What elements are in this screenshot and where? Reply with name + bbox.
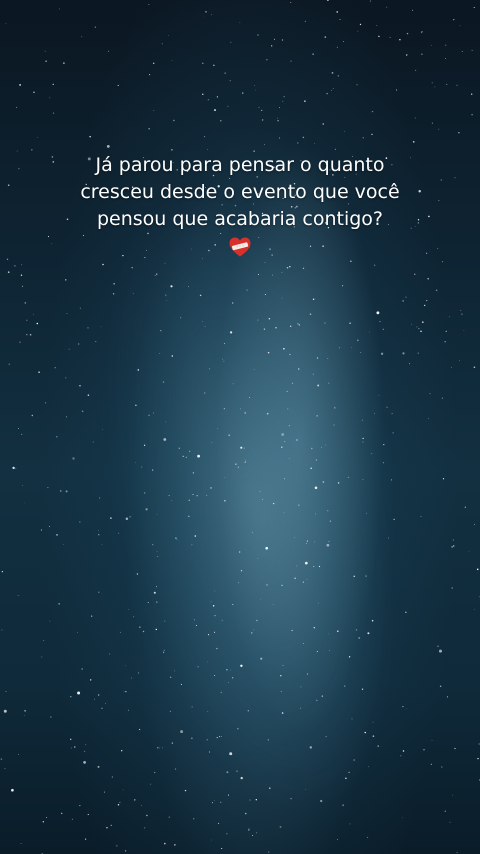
story-screen[interactable]: Já parou para pensar o quanto cresceu de… <box>0 0 480 854</box>
starfield-background <box>0 0 480 854</box>
caption-line-1: Já parou para pensar o quanto <box>95 154 385 176</box>
mending-heart-icon <box>229 237 251 257</box>
caption-line-2: cresceu desde o evento que você <box>80 181 400 203</box>
story-text-caption[interactable]: Já parou para pensar o quanto cresceu de… <box>40 152 440 259</box>
caption-line-3: pensou que acabaria contigo? <box>96 208 384 230</box>
